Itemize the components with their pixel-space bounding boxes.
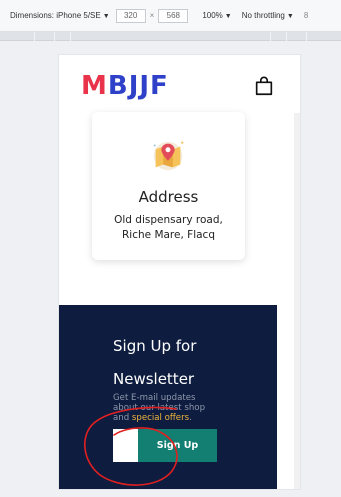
sign-up-button[interactable]: Sign Up: [138, 429, 217, 462]
scrollbar[interactable]: [294, 113, 300, 489]
device-viewport: MBJJF Address Old dispensary road, Riche…: [59, 55, 300, 489]
shopping-bag-icon[interactable]: [253, 75, 275, 97]
desc-suffix: .: [189, 413, 192, 423]
toolbar-overflow: 8: [303, 11, 309, 20]
logo-rest: BJJF: [107, 71, 169, 101]
dimensions-label: Dimensions: iPhone 5/SE: [10, 11, 101, 20]
chevron-down-icon: ▼: [102, 13, 110, 20]
zoom-value: 100%: [202, 11, 223, 20]
devtools-toolbar: Dimensions: iPhone 5/SE ▼ 320 × 568 100% ▼…: [0, 0, 341, 32]
width-input[interactable]: 320: [115, 8, 146, 23]
address-line-1: Old dispensary road,: [114, 214, 223, 226]
site-logo[interactable]: MBJJF: [81, 71, 169, 101]
logo-first-letter: M: [81, 71, 108, 101]
newsletter-desc-line-3: and special offers.: [113, 413, 273, 423]
throttling-selector[interactable]: No throttling ▼: [242, 11, 294, 20]
newsletter-desc-line-1: Get E-mail updates: [113, 393, 196, 403]
address-line-2: Riche Mare, Flacq: [122, 229, 215, 241]
desc-prefix: and: [113, 413, 132, 423]
chevron-down-icon: ▼: [224, 13, 232, 20]
address-card: Address Old dispensary road, Riche Mare,…: [92, 112, 245, 260]
address-title: Address: [138, 188, 199, 206]
special-offers-highlight: special offers: [131, 413, 190, 423]
device-selector[interactable]: Dimensions: iPhone 5/SE ▼: [10, 11, 110, 20]
zoom-selector[interactable]: 100% ▼: [202, 11, 231, 20]
newsletter-desc-line-2: about our latest shop: [113, 403, 206, 413]
height-input[interactable]: 568: [158, 8, 189, 23]
times-separator: ×: [149, 11, 155, 20]
email-input[interactable]: [113, 429, 138, 462]
throttling-value: No throttling: [241, 11, 285, 20]
media-query-ruler: [0, 32, 341, 41]
site-header: MBJJF: [59, 55, 300, 113]
chevron-down-icon: ▼: [286, 13, 294, 20]
map-pin-icon: [153, 141, 184, 171]
newsletter-title-line-1: Sign Up for: [113, 337, 197, 355]
newsletter-section: Sign Up for Newsletter Get E-mail update…: [59, 305, 277, 489]
newsletter-title-line-2: Newsletter: [113, 370, 195, 388]
